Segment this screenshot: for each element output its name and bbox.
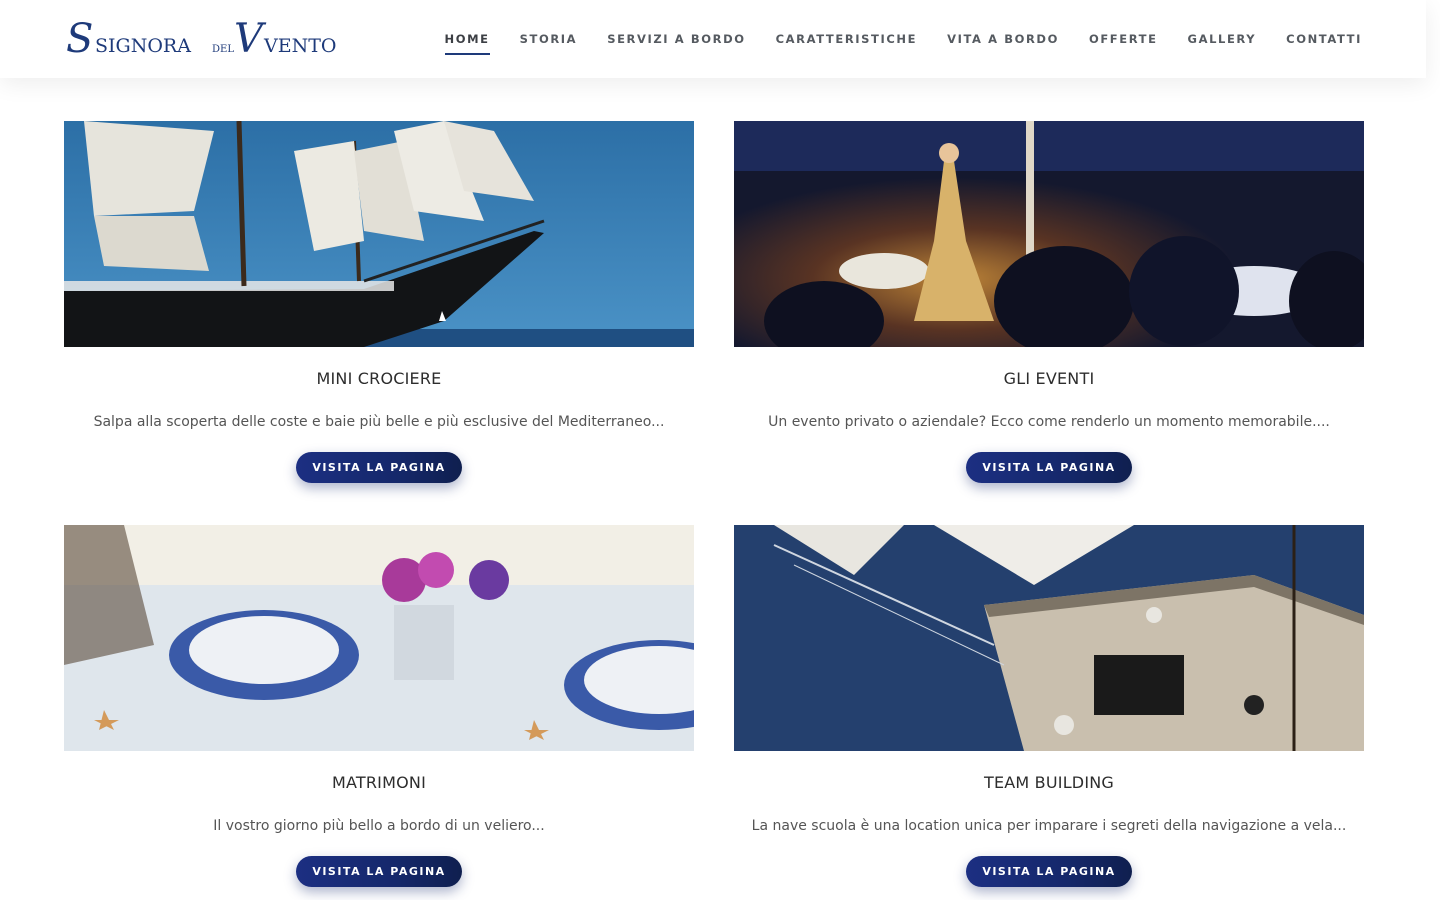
nav-item-contatti[interactable]: CONTATTI xyxy=(1286,26,1362,52)
nav-item-gallery[interactable]: GALLERY xyxy=(1188,26,1257,52)
nav-item-storia[interactable]: STORIA xyxy=(520,26,578,52)
nav-item-vita-a-bordo[interactable]: VITA A BORDO xyxy=(947,26,1059,52)
card-title: GLI EVENTI xyxy=(1003,369,1095,388)
nav-item-caratteristiche[interactable]: CARATTERISTICHE xyxy=(776,26,917,52)
card-mini-crociere: MINI CROCIERE Salpa alla scoperta delle … xyxy=(64,121,694,483)
logo-wordmark: S Signora del V Vento xyxy=(66,16,336,62)
svg-text:S: S xyxy=(66,16,93,62)
main-nav: HOME STORIA SERVIZI A BORDO CARATTERISTI… xyxy=(415,0,1362,78)
visit-page-button[interactable]: VISITA LA PAGINA xyxy=(966,856,1132,887)
card-description: Salpa alla scoperta delle coste e baie p… xyxy=(93,414,665,430)
logo[interactable]: S Signora del V Vento xyxy=(66,14,348,64)
site-header: S Signora del V Vento HOME STORIA SERVIZ… xyxy=(0,0,1426,78)
nav-item-offerte[interactable]: OFFERTE xyxy=(1089,26,1158,52)
card-description: La nave scuola è una location unica per … xyxy=(751,818,1347,834)
card-gli-eventi: GLI EVENTI Un evento privato o aziendale… xyxy=(734,121,1364,483)
card-description: Un evento privato o aziendale? Ecco come… xyxy=(768,414,1330,430)
card-matrimoni: MATRIMONI Il vostro giorno più bello a b… xyxy=(64,525,694,887)
logo-word-3: Vento xyxy=(263,35,336,57)
logo-word-1: Signora xyxy=(95,35,191,57)
card-title: TEAM BUILDING xyxy=(983,773,1115,792)
logo-word-2: del xyxy=(212,44,234,55)
wedding-table-photo xyxy=(64,525,694,751)
card-description: Il vostro giorno più bello a bordo di un… xyxy=(213,818,545,834)
card-title: MATRIMONI xyxy=(331,773,426,792)
nav-item-servizi[interactable]: SERVIZI A BORDO xyxy=(607,26,745,52)
visit-page-button[interactable]: VISITA LA PAGINA xyxy=(296,452,462,483)
sailing-ship-photo xyxy=(64,121,694,347)
visit-page-button[interactable]: VISITA LA PAGINA xyxy=(296,856,462,887)
card-title: MINI CROCIERE xyxy=(316,369,442,388)
card-team-building: TEAM BUILDING La nave scuola è una locat… xyxy=(734,525,1364,887)
svg-text:V: V xyxy=(234,16,267,62)
violinist-event-photo xyxy=(734,121,1364,347)
ship-deck-aerial-photo xyxy=(734,525,1364,751)
nav-item-home[interactable]: HOME xyxy=(444,26,490,55)
visit-page-button[interactable]: VISITA LA PAGINA xyxy=(966,452,1132,483)
